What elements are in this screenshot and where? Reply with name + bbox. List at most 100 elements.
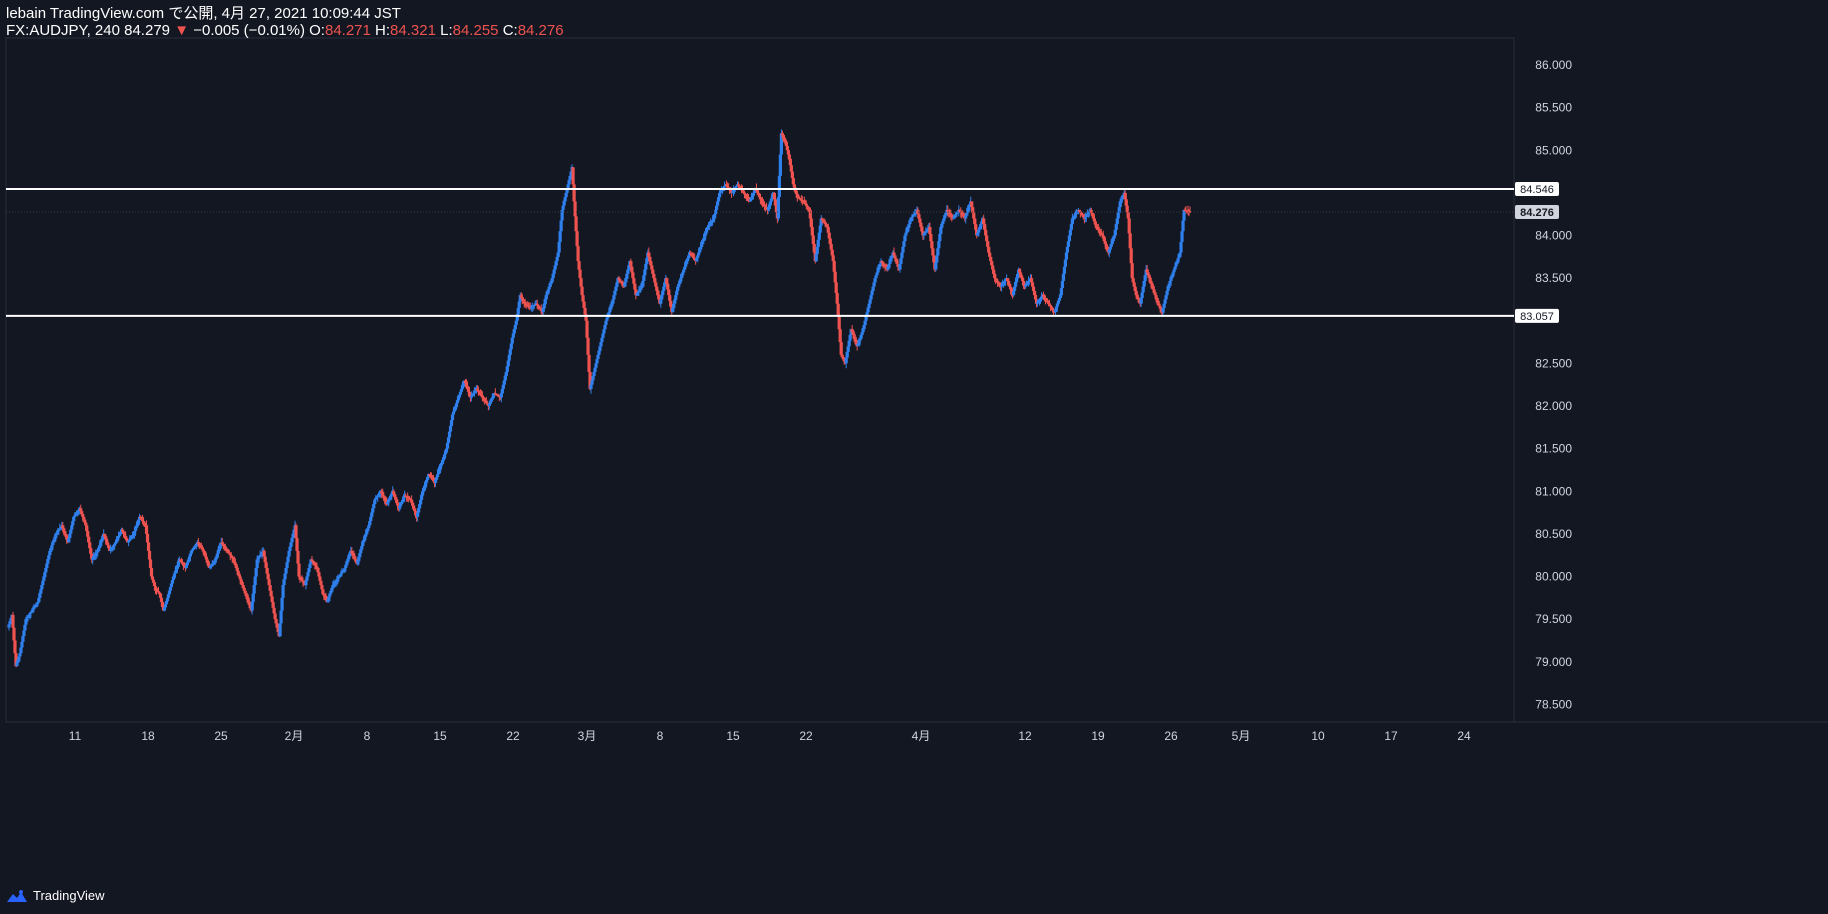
candle-body bbox=[169, 583, 174, 588]
candle-body bbox=[558, 231, 562, 242]
candle-body bbox=[814, 253, 818, 262]
candle-body bbox=[1174, 263, 1178, 267]
candle-body bbox=[650, 265, 654, 270]
candle-body bbox=[977, 229, 981, 233]
candle-body bbox=[1056, 300, 1061, 304]
candle-body bbox=[296, 550, 300, 564]
x-tick-label: 24 bbox=[1457, 729, 1471, 743]
candle-body bbox=[655, 286, 659, 291]
candle-body bbox=[535, 303, 539, 306]
candle-body bbox=[1136, 297, 1140, 300]
candle-body bbox=[286, 556, 290, 563]
price-chart[interactable]: 86.000 85.500 85.000 84.000 83.500 82.500 82.0… bbox=[0, 0, 1828, 909]
x-tick-label: 8 bbox=[364, 729, 371, 743]
candle-body bbox=[16, 659, 20, 663]
high-label: H: bbox=[375, 22, 391, 39]
level-price-label: 84.546 bbox=[1520, 184, 1554, 196]
candle-body bbox=[715, 205, 719, 210]
candle-body bbox=[631, 272, 635, 279]
y-tick-label: 80.000 bbox=[1535, 570, 1572, 584]
symbol-label[interactable]: FX:AUDJPY, 240 bbox=[6, 22, 120, 39]
candle-body bbox=[121, 529, 125, 532]
candle-body bbox=[682, 269, 686, 273]
candles-group bbox=[7, 129, 1192, 668]
candle-body bbox=[676, 286, 680, 291]
candle-body bbox=[452, 408, 457, 412]
candle-body bbox=[236, 570, 240, 574]
candle-body bbox=[46, 559, 50, 564]
y-tick-label: 85.500 bbox=[1535, 101, 1572, 115]
down-arrow-icon: ▼ bbox=[174, 22, 190, 39]
candle-body bbox=[776, 197, 780, 219]
candle-body bbox=[666, 283, 670, 290]
candle-body bbox=[789, 165, 793, 172]
candle-body bbox=[890, 255, 894, 259]
open-value: 84.271 bbox=[324, 22, 371, 39]
x-tick-label: 15 bbox=[433, 729, 447, 743]
x-tick-label: 5月 bbox=[1232, 729, 1251, 743]
y-tick-label: 85.000 bbox=[1535, 143, 1572, 157]
candle-body bbox=[509, 343, 513, 350]
x-tick-label: 25 bbox=[214, 729, 228, 743]
chart-header: lebain TradingView.com で公開, 4月 27, 2021 … bbox=[6, 5, 564, 39]
candle-body bbox=[662, 286, 666, 291]
footer-brand[interactable]: TradingView bbox=[6, 888, 105, 903]
candle-body bbox=[252, 585, 256, 594]
candle-body bbox=[510, 337, 514, 344]
y-tick-label: 81.000 bbox=[1535, 484, 1572, 498]
candle-body bbox=[748, 199, 753, 202]
x-tick-label: 8 bbox=[657, 729, 664, 743]
candle-body bbox=[1126, 212, 1130, 219]
candle-body bbox=[581, 295, 585, 302]
candle-body bbox=[63, 531, 67, 534]
plot-frame bbox=[5, 37, 1515, 723]
candle-body bbox=[508, 349, 512, 355]
candle-body bbox=[80, 511, 84, 514]
candle-body bbox=[559, 220, 563, 232]
y-tick-label: 86.000 bbox=[1535, 58, 1572, 72]
candle-body bbox=[168, 587, 173, 591]
y-tick-label: 82.500 bbox=[1535, 356, 1572, 370]
candle-body bbox=[1146, 272, 1150, 276]
candle-body bbox=[869, 295, 873, 300]
candle-body bbox=[267, 579, 271, 586]
y-tick-label: 80.500 bbox=[1535, 527, 1572, 541]
candle-body bbox=[227, 552, 231, 554]
candle-body bbox=[834, 282, 838, 294]
candle-body bbox=[257, 556, 261, 559]
low-value: 84.255 bbox=[452, 22, 499, 39]
candle-body bbox=[72, 516, 76, 522]
candle-body bbox=[571, 167, 575, 185]
candle-body bbox=[150, 576, 155, 580]
candle-body bbox=[697, 252, 701, 256]
candle-body bbox=[439, 462, 444, 466]
candle-body bbox=[255, 559, 259, 568]
candle-body bbox=[578, 269, 582, 279]
y-tick-label: 78.500 bbox=[1535, 697, 1572, 711]
candle-body bbox=[243, 590, 247, 594]
candle-body bbox=[816, 239, 820, 247]
level-price-label: 83.057 bbox=[1520, 311, 1554, 323]
candle-body bbox=[436, 471, 441, 475]
candle-body bbox=[1019, 275, 1024, 279]
candle-body bbox=[11, 614, 15, 628]
y-tick-label: 79.000 bbox=[1535, 655, 1572, 669]
x-tick-label: 19 bbox=[1091, 729, 1105, 743]
close-value: 84.276 bbox=[517, 22, 564, 39]
candle-body bbox=[587, 354, 591, 372]
candle-body bbox=[273, 613, 277, 620]
candle-body bbox=[946, 209, 950, 212]
candle-body bbox=[572, 184, 576, 202]
x-tick-label: 11 bbox=[69, 729, 82, 743]
low-label: L: bbox=[440, 22, 453, 39]
y-tick-label: 83.500 bbox=[1535, 271, 1572, 285]
candle-body bbox=[812, 244, 816, 253]
x-tick-label: 15 bbox=[726, 729, 740, 743]
y-tick-label: 79.500 bbox=[1535, 612, 1572, 626]
candle-body bbox=[1127, 218, 1131, 234]
candle-body bbox=[612, 295, 616, 300]
candle-body bbox=[608, 309, 612, 313]
candle-body bbox=[238, 576, 242, 580]
y-tick-label: 84.000 bbox=[1535, 229, 1572, 243]
candle-body bbox=[582, 301, 586, 308]
